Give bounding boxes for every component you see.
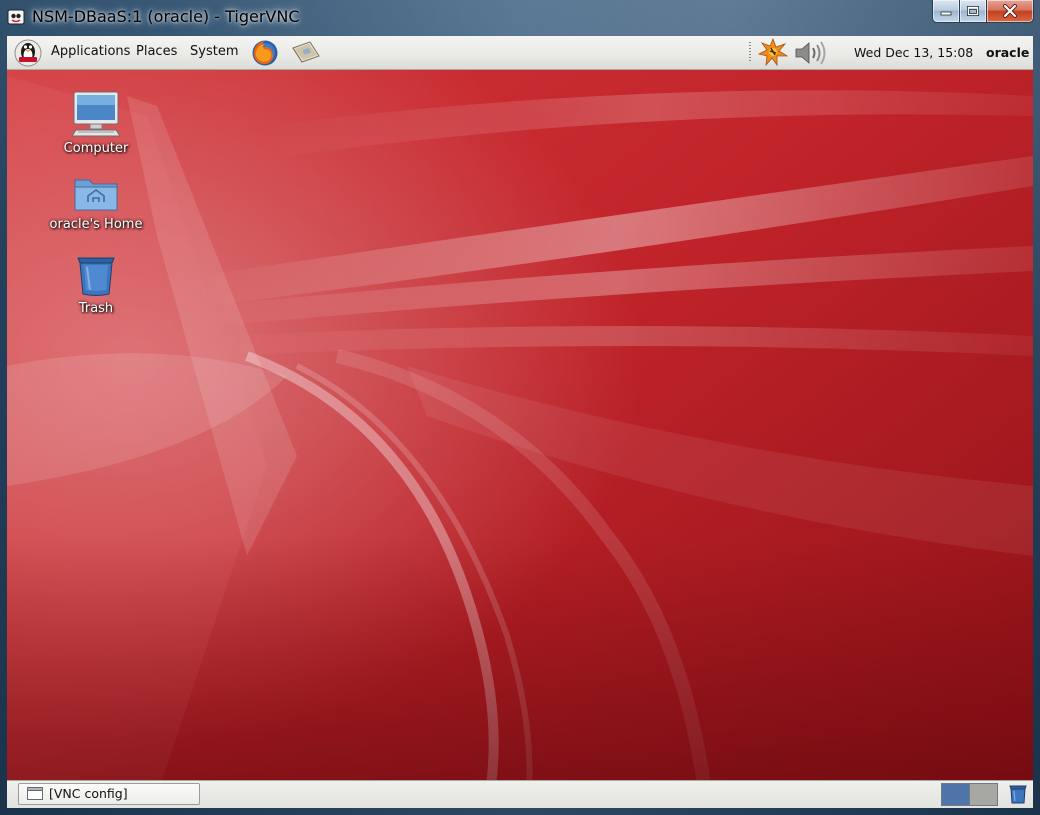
system-menu[interactable]: System [190, 44, 238, 59]
maximize-button[interactable] [960, 0, 987, 23]
desktop-icon-label: Trash [78, 301, 114, 316]
applications-menu[interactable]: Applications [51, 44, 130, 59]
taskbar-item-vnc-config[interactable]: [VNC config] [18, 783, 200, 805]
places-menu[interactable]: Places [136, 44, 177, 59]
window-title-bar[interactable]: NSM-DBaaS:1 (oracle) - TigerVNC [0, 0, 1040, 36]
workspace-1[interactable] [941, 783, 970, 806]
panel-handle[interactable] [749, 42, 751, 63]
maximize-icon [967, 6, 979, 16]
taskbar-item-label: [VNC config] [49, 786, 128, 801]
window-icon [27, 787, 43, 800]
workspace-switcher [941, 783, 998, 806]
minimize-button[interactable] [932, 0, 960, 23]
workspace-2[interactable] [970, 783, 998, 806]
user-menu[interactable]: oracle [986, 45, 1029, 60]
desktop-icon-trash[interactable]: Trash [41, 252, 151, 316]
oracle-linux-penguin-icon[interactable] [13, 38, 43, 67]
window-controls [932, 0, 1034, 24]
firefox-icon[interactable] [250, 38, 280, 68]
window-title: NSM-DBaaS:1 (oracle) - TigerVNC [32, 7, 300, 26]
desktop-icon-home[interactable]: oracle's Home [41, 174, 151, 232]
vnc-remote-desktop[interactable]: Applications Places System Wed Dec 13, 1… [7, 36, 1033, 808]
volume-icon[interactable] [793, 40, 829, 66]
trash-applet-icon[interactable] [1008, 783, 1028, 805]
top-panel: Applications Places System Wed Dec 13, 1… [7, 36, 1033, 70]
computer-icon [71, 91, 121, 137]
minimize-icon [940, 11, 952, 16]
desktop-icon-label: Computer [63, 141, 129, 156]
desktop-icon-label: oracle's Home [49, 217, 143, 232]
home-folder-icon [74, 179, 118, 211]
clock[interactable]: Wed Dec 13, 15:08 [854, 45, 973, 60]
trash-icon [77, 257, 115, 296]
tigervnc-window: NSM-DBaaS:1 (oracle) - TigerVNC Applicat… [0, 0, 1040, 815]
close-button[interactable] [987, 0, 1034, 23]
desktop-wallpaper [7, 36, 1033, 808]
close-icon [1003, 4, 1017, 18]
tigervnc-app-icon[interactable] [7, 8, 25, 26]
update-notifier-icon[interactable] [758, 38, 788, 67]
email-icon[interactable] [290, 40, 322, 66]
bottom-panel: [VNC config] [7, 780, 1033, 808]
desktop-icon-computer[interactable]: Computer [41, 90, 151, 156]
